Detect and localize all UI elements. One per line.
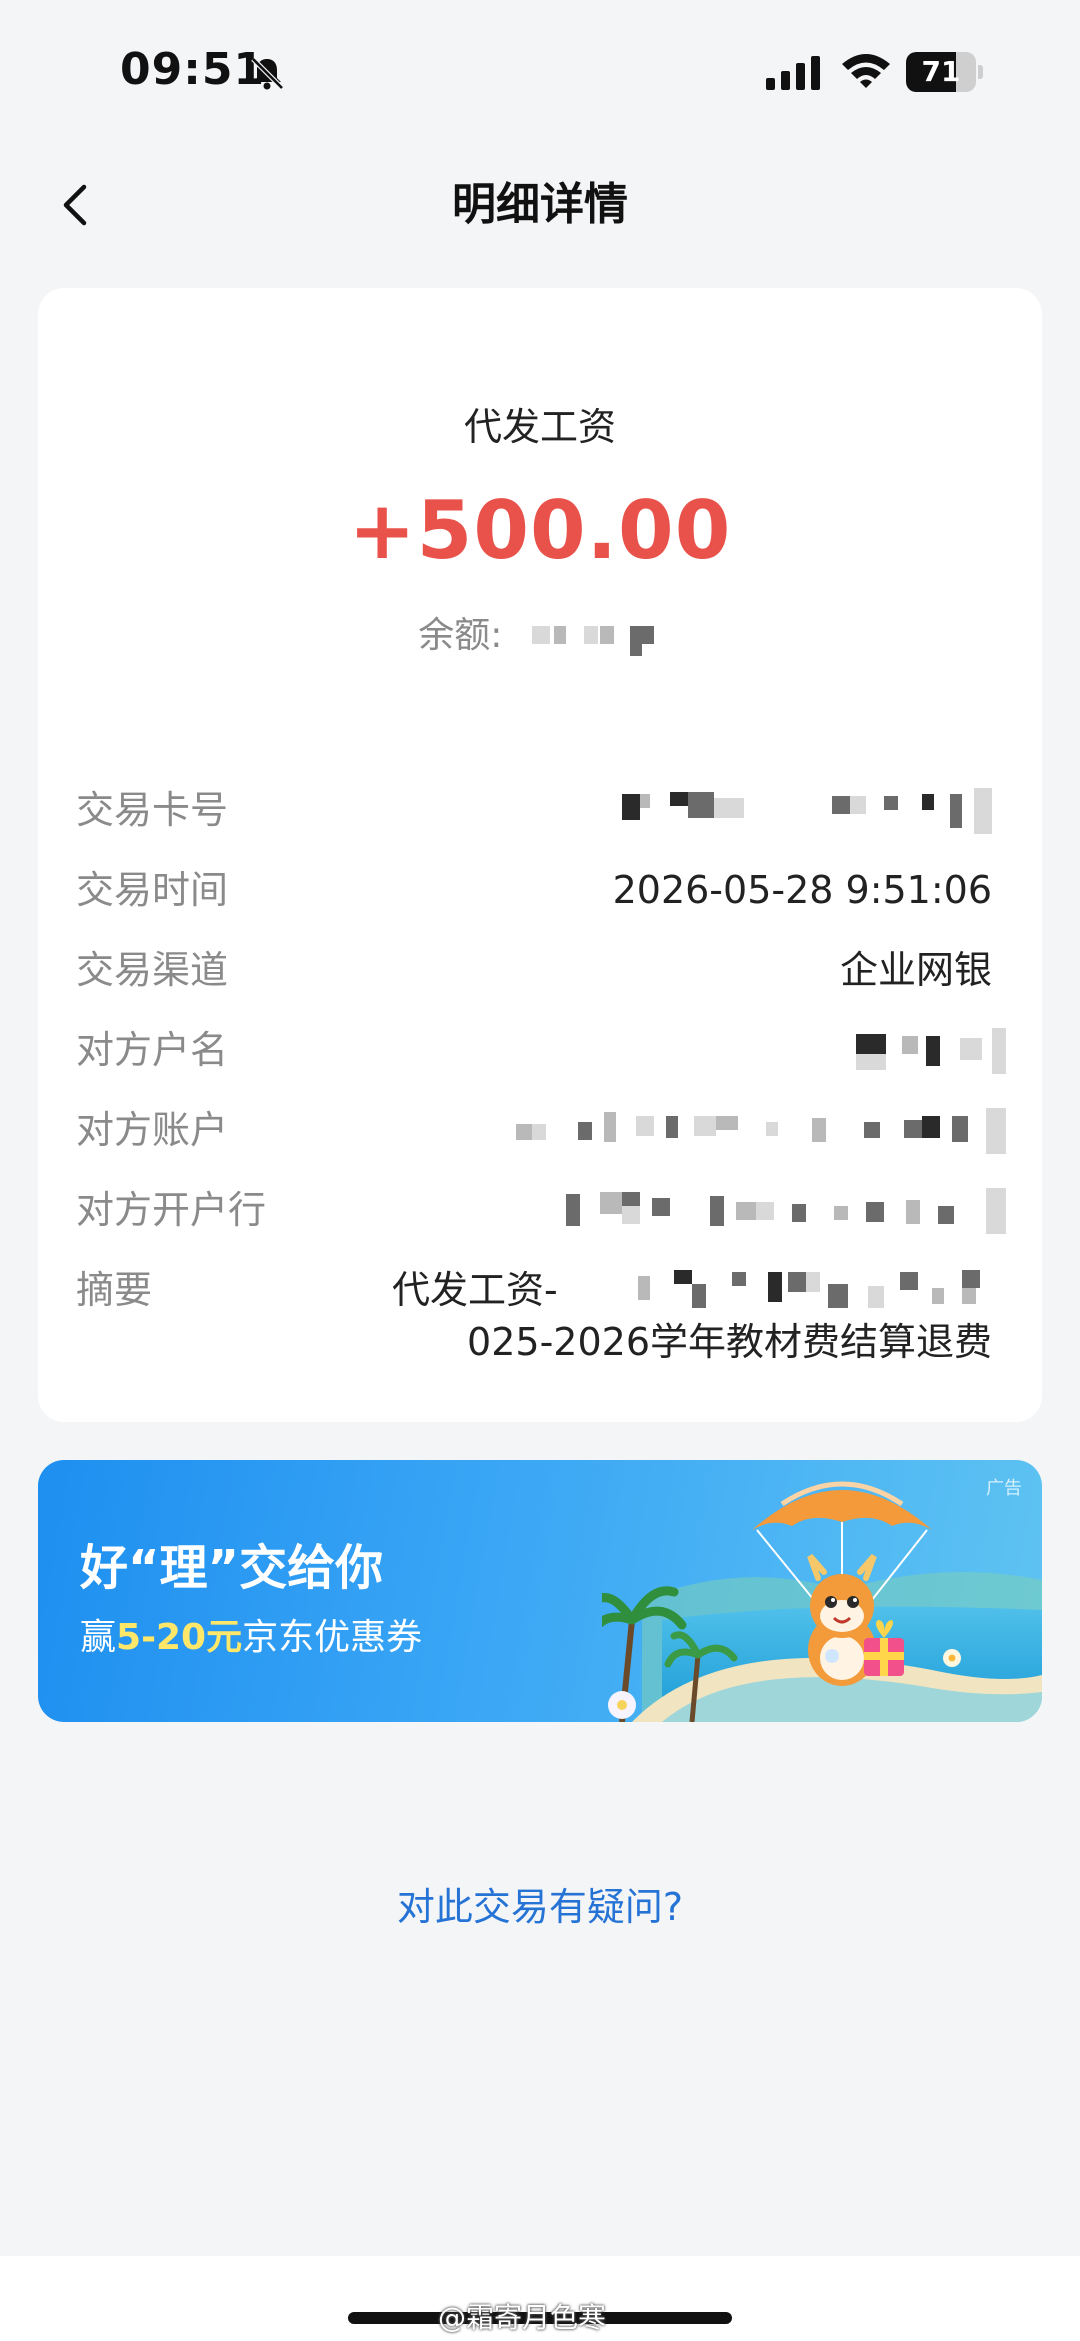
card-number-redacted-mosaic — [622, 788, 992, 834]
detail-label: 交易卡号 — [76, 788, 229, 832]
wifi-icon — [842, 54, 890, 88]
balance-row: 余额: — [38, 606, 1042, 658]
detail-row-counterparty-bank: 对方开户行 — [76, 1170, 1006, 1250]
parachute-mascot-illustration — [602, 1481, 1042, 1722]
transaction-type: 代发工资 — [463, 405, 616, 449]
detail-rows: 交易卡号 交易时间 2026-05-28 9:51:06 交易渠道 企业网银 对… — [76, 770, 1006, 1364]
watermark-text: @霜寄月色寒 — [438, 2301, 607, 2334]
detail-row-counterparty-name: 对方户名 — [76, 1010, 1006, 1090]
detail-label: 交易渠道 — [76, 948, 229, 992]
detail-row-summary: 摘要 代发工资- 025-2026学年教材费结算退费 — [76, 1250, 992, 1364]
detail-label: 对方开户行 — [76, 1188, 267, 1232]
cellular-signal-icon — [766, 56, 820, 90]
transaction-amount: +500.00 — [348, 484, 732, 577]
balance-label: 余额: — [418, 615, 503, 656]
detail-label: 摘要 — [76, 1268, 153, 1312]
summary-line-2: 025-2026学年教材费结算退费 — [467, 1320, 992, 1364]
detail-label: 对方户名 — [76, 1028, 229, 1072]
ad-banner[interactable]: 广告 好“理”交给你 赢5-20元京东优惠券 — [38, 1460, 1042, 1722]
status-time: 09:51 — [120, 44, 266, 95]
detail-row-card-number: 交易卡号 — [76, 770, 992, 850]
ad-title: 好“理”交给你 — [80, 1540, 384, 1596]
chevron-left-icon — [63, 184, 87, 226]
ad-subtitle-suffix: 京东优惠券 — [242, 1617, 423, 1658]
transaction-question-link[interactable]: 对此交易有疑问? — [0, 1876, 1080, 1931]
battery-icon: 71 — [906, 52, 984, 92]
detail-value: 2026-05-28 9:51:06 — [612, 868, 992, 912]
detail-row-counterparty-account: 对方账户 — [76, 1090, 1006, 1170]
page-title: 明细详情 — [452, 179, 628, 230]
summary-value: 代发工资- 025-2026学年教材费结算退费 — [392, 1264, 992, 1368]
summary-redacted-mosaic — [632, 1270, 992, 1312]
transaction-detail-card: 代发工资 +500.00 余额: 交易卡号 交易时间 2026-05-28 9:… — [38, 288, 1042, 1422]
counterparty-bank-redacted-mosaic — [566, 1188, 1006, 1234]
counterparty-account-redacted-mosaic — [516, 1108, 1006, 1154]
detail-row-channel: 交易渠道 企业网银 — [76, 930, 992, 1010]
nav-header: 明细详情 — [0, 160, 1080, 250]
status-bar: 09:51 71 — [0, 0, 1080, 140]
ad-tag: 广告 — [986, 1478, 1022, 1499]
detail-label: 对方账户 — [76, 1108, 229, 1152]
balance-redacted-mosaic — [531, 618, 662, 656]
detail-row-time: 交易时间 2026-05-28 9:51:06 — [76, 850, 992, 930]
ad-subtitle-prefix: 赢 — [80, 1617, 117, 1658]
detail-label: 交易时间 — [76, 868, 229, 912]
summary-prefix: 代发工资- — [392, 1268, 558, 1312]
back-button[interactable] — [38, 160, 114, 250]
battery-percent: 71 — [921, 55, 961, 88]
detail-value: 企业网银 — [839, 948, 992, 992]
ad-subtitle-highlight: 5-20元 — [116, 1617, 243, 1658]
counterparty-name-redacted-mosaic — [856, 1028, 1006, 1074]
bell-slash-icon — [251, 57, 284, 90]
ad-subtitle: 赢5-20元京东优惠券 — [80, 1608, 422, 1660]
